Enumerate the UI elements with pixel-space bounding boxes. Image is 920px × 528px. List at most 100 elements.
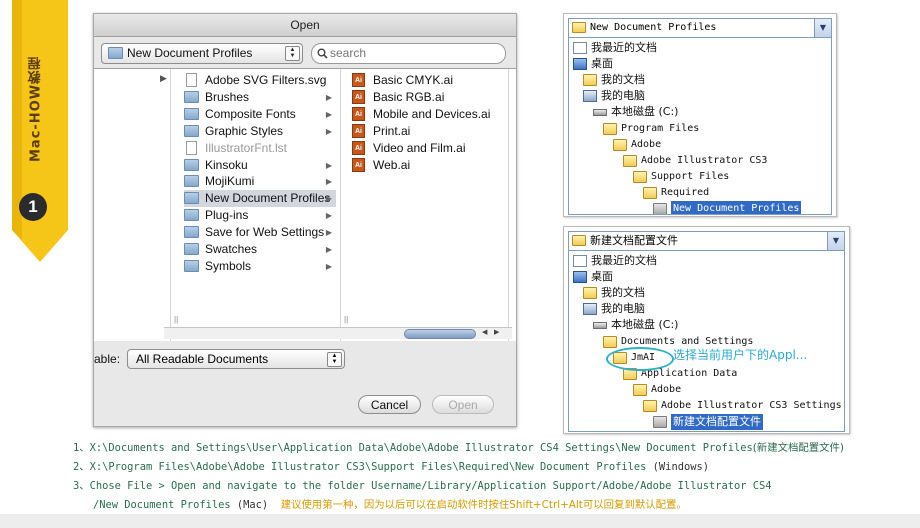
folder-icon xyxy=(603,335,617,348)
disclosure-arrow-icon: ▶ xyxy=(325,245,332,254)
column-resize-grip[interactable]: || xyxy=(344,315,348,324)
folder-combo[interactable]: 新建文档配置文件 ▼ xyxy=(568,231,845,251)
scroll-right-arrow-icon[interactable]: ▶ xyxy=(494,328,499,336)
column1-item-label: Save for Web Settings xyxy=(205,225,325,240)
disclosure-arrow-icon: ▶ xyxy=(325,109,332,119)
windows-folder-dropdown-bottom: 新建文档配置文件 ▼ 我最近的文档 桌面 我的文档 我的电脑 本地磁盘 (C:) Docu… xyxy=(563,226,850,434)
folder-list-item-label: New Document Profiles xyxy=(671,201,802,214)
folder-list: 我最近的文档 桌面 我的文档 我的电脑 本地磁盘 (C:) Documents and S… xyxy=(568,250,845,432)
desktop-icon xyxy=(573,271,587,284)
folder-list: 我最近的文档 桌面 我的文档 我的电脑 本地磁盘 (C:) Program Files Ad… xyxy=(568,37,832,215)
column2-item[interactable]: Ai Mobile and Devices.ai xyxy=(352,106,504,123)
folder-list-item-label: 我的文档 xyxy=(601,286,645,300)
folder-icon xyxy=(603,122,617,135)
cancel-button[interactable]: Cancel xyxy=(358,395,421,414)
popup-stepper-icon: ▲ ▼ xyxy=(327,352,342,367)
column2-item-label: Web.ai xyxy=(373,157,411,172)
folder-icon xyxy=(184,226,199,239)
column2-item-label: Video and Film.ai xyxy=(373,140,466,155)
instruction-path: /New Document Profiles xyxy=(93,499,231,511)
path-popup-label: New Document Profiles xyxy=(127,46,253,60)
column1-item-label: Kinsoku xyxy=(205,157,248,172)
column1-item[interactable]: MojiKumi ▶ xyxy=(184,173,336,190)
dialog-title: Open xyxy=(94,14,516,37)
folder-icon xyxy=(633,170,647,183)
column0-arrow-icon: ▶ xyxy=(160,73,167,83)
dropdown-arrow-icon[interactable]: ▼ xyxy=(827,232,844,250)
drive-icon xyxy=(593,109,607,117)
banner-text: Mac-HOW教程 xyxy=(28,55,44,163)
column-separator xyxy=(170,69,171,341)
column2-item[interactable]: Ai Basic CMYK.ai xyxy=(352,72,504,89)
folder-list-item-label: 本地磁盘 (C:) xyxy=(611,105,679,119)
column-separator xyxy=(508,69,509,341)
instruction-line-3b: /New Document Profiles (Mac) 建议使用第一种，因为以… xyxy=(93,496,687,511)
search-input[interactable] xyxy=(330,45,495,61)
folder-icon xyxy=(184,158,199,171)
scroll-left-arrow-icon[interactable]: ◀ xyxy=(482,328,487,336)
path-popup[interactable]: New Document Profiles ▲ ▼ xyxy=(101,43,303,64)
dropdown-arrow-icon[interactable]: ▼ xyxy=(814,19,831,37)
scrollbar-thumb[interactable] xyxy=(404,329,476,339)
column1-item[interactable]: Symbols ▶ xyxy=(184,258,336,275)
folder-list-item-label: 我的电脑 xyxy=(601,302,645,316)
folder-icon xyxy=(583,287,597,300)
platform-label: (Windows) xyxy=(652,461,709,473)
column1-item[interactable]: New Document Profiles ▶ xyxy=(184,190,336,208)
column1-item-label: Brushes xyxy=(205,89,250,104)
column1-item[interactable]: Brushes ▶ xyxy=(184,89,336,106)
folder-list-item-label: Adobe Illustrator CS3 Settings xyxy=(661,399,842,411)
combo-value: New Document Profiles xyxy=(590,22,717,33)
folder-list-item-label: Required xyxy=(661,186,710,198)
instruction-line-2: 2、X:\Program Files\Adobe\Adobe Illustrat… xyxy=(73,458,709,473)
combo-value: 新建文档配置文件 xyxy=(590,234,678,247)
folder-list-item-label: 我最近的文档 xyxy=(591,254,657,267)
column-browser: ▶ || || Adobe SVG Filters.svg Brushes ▶ Com… xyxy=(94,68,516,342)
column1-item[interactable]: IllustratorFnt.lst xyxy=(184,140,336,157)
disclosure-arrow-icon: ▶ xyxy=(325,126,332,136)
column2-item[interactable]: Ai Video and Film.ai xyxy=(352,140,504,157)
column2-item[interactable]: Ai Print.ai xyxy=(352,123,504,140)
folder-list-item-label: Program Files xyxy=(621,122,700,134)
enable-label: able: xyxy=(94,352,121,366)
column1-item-label: Composite Fonts xyxy=(205,106,296,121)
folder-list-item-label: 桌面 xyxy=(591,270,613,284)
drive-icon xyxy=(593,322,607,330)
horizontal-scrollbar[interactable]: ◀ ▶ xyxy=(164,327,512,339)
column1-item[interactable]: Swatches ▶ xyxy=(184,241,336,258)
folder-list-item-label: Adobe Illustrator CS3 xyxy=(641,154,768,166)
disclosure-arrow-icon: ▶ xyxy=(325,261,332,271)
search-field[interactable] xyxy=(311,43,506,64)
folder-icon xyxy=(184,259,199,272)
column1-item[interactable]: Composite Fonts ▶ xyxy=(184,106,336,123)
column1-item[interactable]: Plug-ins ▶ xyxy=(184,207,336,224)
column1-item[interactable]: Kinsoku ▶ xyxy=(184,157,336,174)
folder-combo[interactable]: New Document Profiles ▼ xyxy=(568,18,832,38)
column1-item[interactable]: Adobe SVG Filters.svg xyxy=(184,72,336,89)
document-icon xyxy=(186,140,197,155)
column1-item[interactable]: Save for Web Settings ▶ xyxy=(184,224,336,241)
column-resize-grip[interactable]: || xyxy=(174,315,178,324)
column1-item-label: MojiKumi xyxy=(205,174,255,189)
folder-list-item-label: 本地磁盘 (C:) xyxy=(611,318,679,332)
column1-item-label: New Document Profiles xyxy=(205,191,331,206)
highlight-ellipse xyxy=(606,347,674,371)
column1-item-label: Swatches xyxy=(205,242,258,256)
computer-icon xyxy=(583,303,597,316)
instruction-line-1: 1、X:\Documents and Settings\User\Applica… xyxy=(73,439,844,454)
folder-icon xyxy=(613,138,627,151)
doc-icon xyxy=(573,255,587,267)
folder-icon xyxy=(184,192,199,205)
column2-item[interactable]: Ai Web.ai xyxy=(352,157,504,174)
column1-item[interactable]: Graphic Styles ▶ xyxy=(184,123,336,140)
instruction-path: 3、Chose File > Open and navigate to the … xyxy=(73,480,772,492)
annotation-note: 选择当前用户下的Appl... xyxy=(673,348,808,362)
instruction-path: 2、X:\Program Files\Adobe\Adobe Illustrat… xyxy=(73,461,647,473)
folder-list-item-label: 我的文档 xyxy=(601,73,645,87)
folder-icon xyxy=(184,209,199,222)
folder-icon xyxy=(572,22,586,33)
column2-item[interactable]: Ai Basic RGB.ai xyxy=(352,89,504,106)
file-type-popup[interactable]: All Readable Documents ▲ ▼ xyxy=(127,349,345,369)
open-button[interactable]: Open xyxy=(432,395,494,414)
instruction-path: 1、X:\Documents and Settings\User\Applica… xyxy=(73,442,753,454)
